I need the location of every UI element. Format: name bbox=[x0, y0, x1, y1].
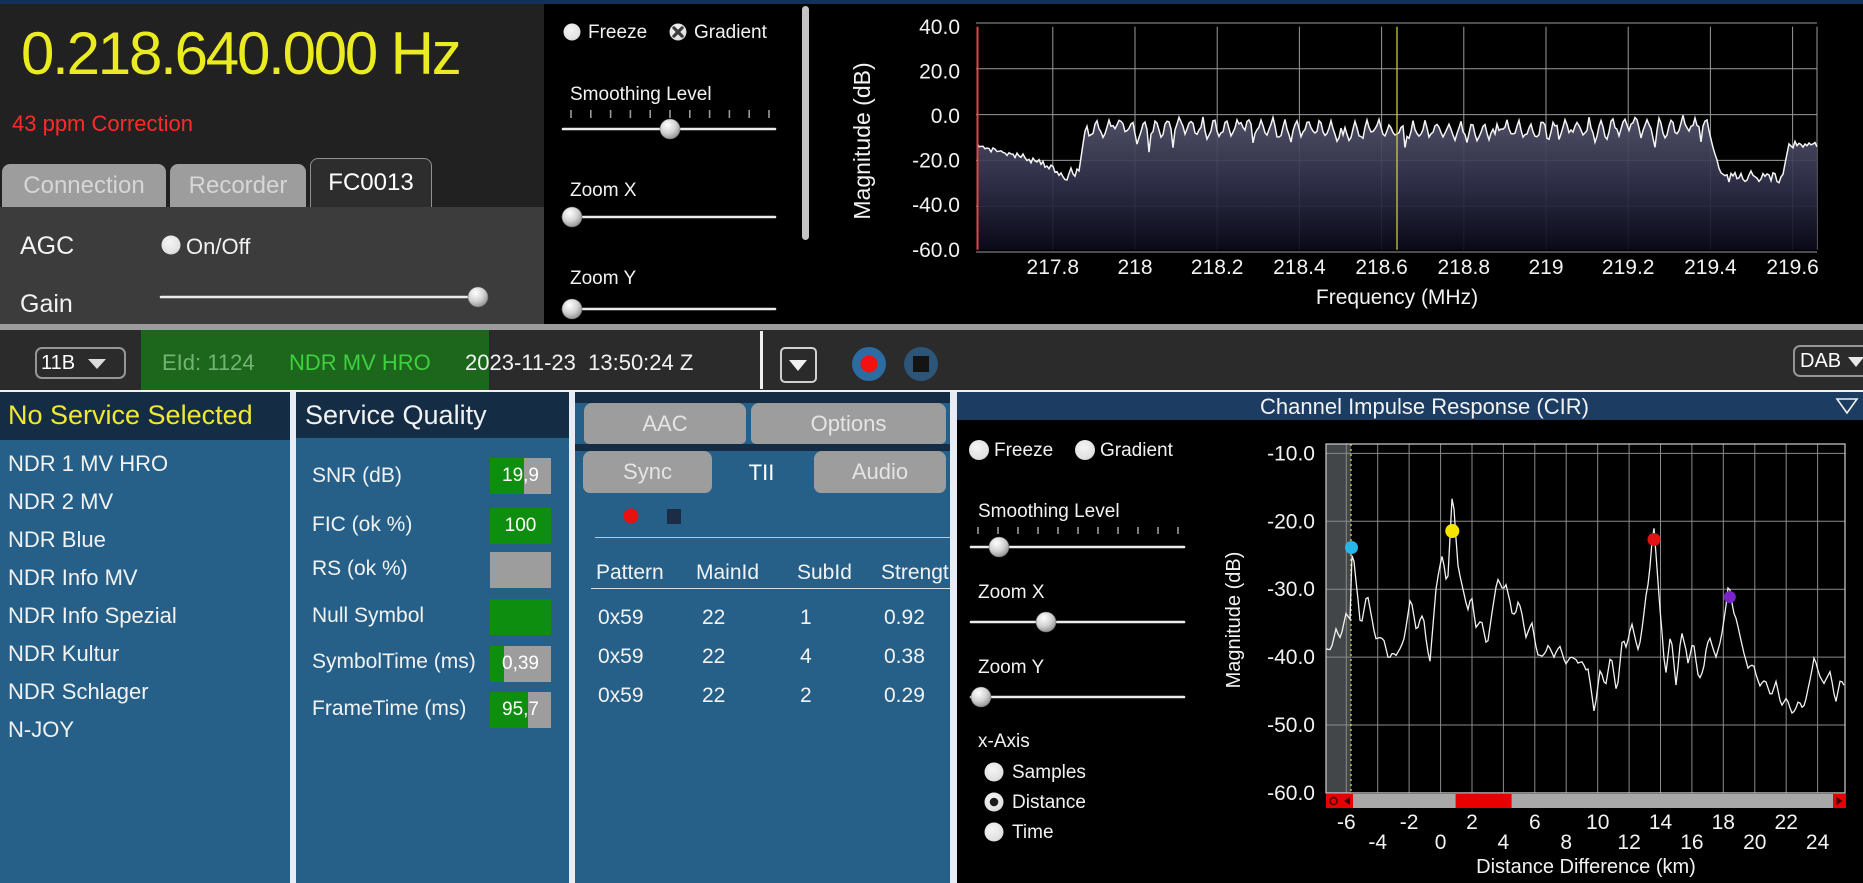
svg-text:Magnitude (dB): Magnitude (dB) bbox=[849, 62, 875, 219]
svg-text:219.2: 219.2 bbox=[1602, 256, 1655, 279]
svg-text:-4: -4 bbox=[1368, 831, 1387, 854]
svg-text:-60.0: -60.0 bbox=[1267, 782, 1315, 805]
svg-text:-6: -6 bbox=[1337, 811, 1356, 834]
svg-text:4: 4 bbox=[1498, 831, 1510, 854]
svg-text:20.0: 20.0 bbox=[919, 60, 960, 83]
svg-text:10: 10 bbox=[1586, 811, 1609, 834]
svg-text:Frequency (MHz): Frequency (MHz) bbox=[1316, 286, 1478, 309]
svg-text:-2: -2 bbox=[1400, 811, 1419, 834]
svg-text:218.2: 218.2 bbox=[1191, 256, 1244, 279]
svg-text:-20.0: -20.0 bbox=[1267, 510, 1315, 533]
svg-text:-30.0: -30.0 bbox=[1267, 578, 1315, 601]
svg-text:217.8: 217.8 bbox=[1027, 256, 1080, 279]
svg-text:-60.0: -60.0 bbox=[912, 239, 960, 262]
svg-text:24: 24 bbox=[1806, 831, 1830, 854]
svg-text:219: 219 bbox=[1528, 256, 1563, 279]
svg-text:8: 8 bbox=[1560, 831, 1572, 854]
svg-text:-40.0: -40.0 bbox=[912, 194, 960, 217]
svg-text:0: 0 bbox=[1435, 831, 1447, 854]
svg-text:18: 18 bbox=[1712, 811, 1735, 834]
svg-text:-20.0: -20.0 bbox=[912, 150, 960, 173]
svg-text:40.0: 40.0 bbox=[919, 16, 960, 39]
svg-text:2: 2 bbox=[1466, 811, 1478, 834]
svg-text:14: 14 bbox=[1649, 811, 1673, 834]
svg-text:219.4: 219.4 bbox=[1684, 256, 1737, 279]
svg-text:-50.0: -50.0 bbox=[1267, 714, 1315, 737]
svg-text:12: 12 bbox=[1617, 831, 1640, 854]
svg-text:219.6: 219.6 bbox=[1766, 256, 1819, 279]
svg-text:20: 20 bbox=[1743, 831, 1766, 854]
svg-text:Magnitude (dB): Magnitude (dB) bbox=[1223, 552, 1245, 689]
svg-text:218.8: 218.8 bbox=[1438, 256, 1491, 279]
svg-text:0.0: 0.0 bbox=[931, 105, 960, 128]
svg-text:6: 6 bbox=[1529, 811, 1541, 834]
svg-text:16: 16 bbox=[1680, 831, 1703, 854]
svg-text:Distance Difference (km): Distance Difference (km) bbox=[1476, 856, 1696, 878]
svg-text:-40.0: -40.0 bbox=[1267, 646, 1315, 669]
svg-text:-10.0: -10.0 bbox=[1267, 442, 1315, 465]
svg-text:218: 218 bbox=[1117, 256, 1152, 279]
svg-text:218.6: 218.6 bbox=[1355, 256, 1408, 279]
svg-text:218.4: 218.4 bbox=[1273, 256, 1326, 279]
svg-text:22: 22 bbox=[1775, 811, 1798, 834]
